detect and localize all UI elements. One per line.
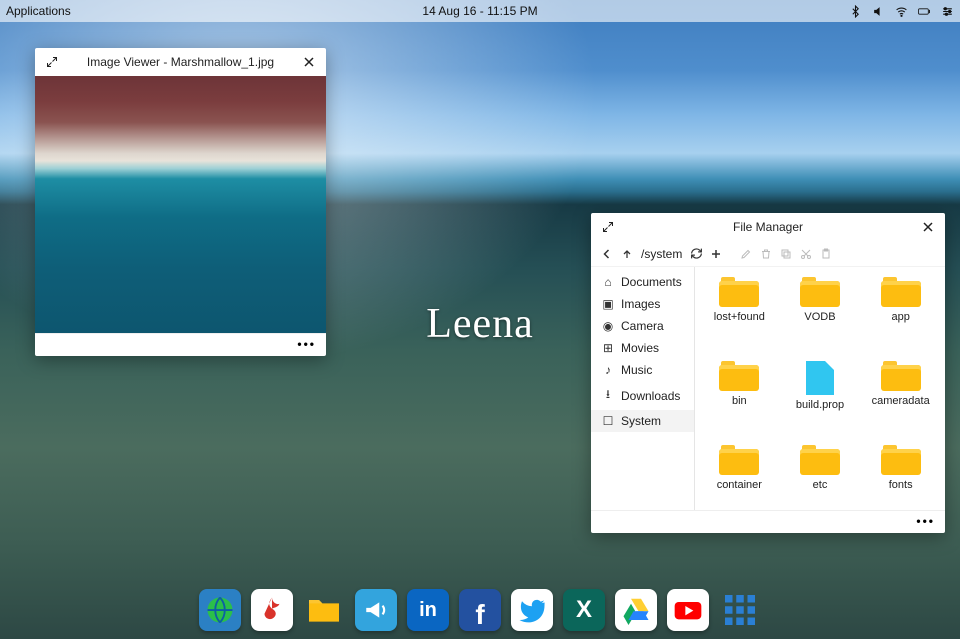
bluetooth-icon[interactable] <box>849 5 862 18</box>
cut-button <box>798 246 814 262</box>
folder-item[interactable]: fonts <box>862 445 939 510</box>
sidebar-item-label: Movies <box>621 341 659 355</box>
movies-icon: ⊞ <box>601 341 615 355</box>
folder-icon <box>800 445 840 475</box>
applications-menu[interactable]: Applications <box>6 4 71 18</box>
item-label: lost+found <box>714 311 765 323</box>
folder-item[interactable]: container <box>701 445 778 510</box>
folder-icon <box>881 277 921 307</box>
sidebar-item-label: Documents <box>621 275 682 289</box>
pdf-icon[interactable] <box>251 589 293 631</box>
announce-icon[interactable] <box>355 589 397 631</box>
home-icon: ⌂ <box>601 275 615 289</box>
nav-up-button[interactable] <box>619 246 635 262</box>
new-button[interactable] <box>708 246 724 262</box>
wifi-icon[interactable] <box>895 5 908 18</box>
sidebar-item-system[interactable]: ☐ System <box>591 410 694 432</box>
images-icon: ▣ <box>601 297 615 311</box>
file-manager-menu-button[interactable]: ••• <box>591 510 945 533</box>
close-button[interactable] <box>919 218 937 236</box>
delete-button <box>758 246 774 262</box>
folder-item[interactable]: app <box>862 277 939 355</box>
image-viewer-content <box>35 76 326 333</box>
xing-icon[interactable]: X <box>563 589 605 631</box>
twitter-icon[interactable] <box>511 589 553 631</box>
browser-icon[interactable] <box>199 589 241 631</box>
file-manager-window[interactable]: File Manager /system ⌂ Documents ▣ Images ◉ C… <box>591 213 945 533</box>
folder-icon <box>881 361 921 391</box>
file-manager-toolbar: /system <box>591 241 945 267</box>
sidebar-item-label: Downloads <box>621 389 680 403</box>
edit-button <box>738 246 754 262</box>
facebook-icon[interactable]: f <box>459 589 501 631</box>
sidebar-item-label: Images <box>621 297 660 311</box>
item-label: VODB <box>804 311 835 323</box>
battery-icon[interactable] <box>918 5 931 18</box>
system-icon: ☐ <box>601 414 615 428</box>
sidebar-item-label: System <box>621 414 661 428</box>
item-label: app <box>891 311 909 323</box>
sidebar-item-images[interactable]: ▣ Images <box>591 293 694 315</box>
item-label: cameradata <box>872 395 930 407</box>
appgrid-icon[interactable] <box>719 589 761 631</box>
sidebar-item-camera[interactable]: ◉ Camera <box>591 315 694 337</box>
paste-button <box>818 246 834 262</box>
path-field[interactable]: /system <box>639 247 684 261</box>
image-viewer-window[interactable]: Image Viewer - Marshmallow_1.jpg ••• <box>35 48 326 356</box>
folder-item[interactable]: cameradata <box>862 361 939 439</box>
maximize-button[interactable] <box>43 53 61 71</box>
folder-icon <box>719 445 759 475</box>
sidebar-item-label: Music <box>621 363 652 377</box>
image-viewer-menu-button[interactable]: ••• <box>35 333 326 356</box>
sidebar-item-label: Camera <box>621 319 664 333</box>
drive-icon[interactable] <box>615 589 657 631</box>
item-label: bin <box>732 395 747 407</box>
youtube-icon[interactable] <box>667 589 709 631</box>
folder-item[interactable]: lost+found <box>701 277 778 355</box>
maximize-button[interactable] <box>599 218 617 236</box>
top-bar: Applications 14 Aug 16 - 11:15 PM <box>0 0 960 22</box>
file-item[interactable]: build.prop <box>782 361 859 439</box>
folder-item[interactable]: VODB <box>782 277 859 355</box>
settings-tray-icon[interactable] <box>941 5 954 18</box>
download-icon: ⭳ <box>601 385 615 406</box>
folder-icon <box>719 277 759 307</box>
clock: 14 Aug 16 - 11:15 PM <box>0 4 960 18</box>
sidebar-item-movies[interactable]: ⊞ Movies <box>591 337 694 359</box>
item-label: fonts <box>889 479 913 491</box>
sidebar-item-downloads[interactable]: ⭳ Downloads <box>591 381 694 410</box>
nav-back-button[interactable] <box>599 246 615 262</box>
file-manager-title: File Manager <box>617 220 919 234</box>
item-label: container <box>717 479 762 491</box>
folder-icon <box>800 277 840 307</box>
sidebar-item-music[interactable]: ♪ Music <box>591 359 694 381</box>
close-button[interactable] <box>300 53 318 71</box>
camera-icon: ◉ <box>601 319 615 333</box>
image-viewer-titlebar[interactable]: Image Viewer - Marshmallow_1.jpg <box>35 48 326 76</box>
folder-icon <box>881 445 921 475</box>
folder-item[interactable]: etc <box>782 445 859 510</box>
item-label: etc <box>813 479 828 491</box>
files-icon[interactable] <box>303 589 345 631</box>
folder-icon <box>719 361 759 391</box>
item-label: build.prop <box>796 399 844 411</box>
linkedin-icon[interactable]: in <box>407 589 449 631</box>
file-icon <box>806 361 834 395</box>
dock: inf X <box>199 589 761 631</box>
volume-icon[interactable] <box>872 5 885 18</box>
music-icon: ♪ <box>601 363 615 377</box>
file-manager-grid: lost+found VODB app bin build.prop cameradata… <box>695 267 945 510</box>
refresh-button[interactable] <box>688 246 704 262</box>
sidebar-item-documents[interactable]: ⌂ Documents <box>591 271 694 293</box>
folder-item[interactable]: bin <box>701 361 778 439</box>
copy-button <box>778 246 794 262</box>
file-manager-sidebar: ⌂ Documents ▣ Images ◉ Camera ⊞ Movies ♪ Music ⭳ Do… <box>591 267 695 510</box>
image-viewer-title: Image Viewer - Marshmallow_1.jpg <box>61 55 300 69</box>
file-manager-titlebar[interactable]: File Manager <box>591 213 945 241</box>
